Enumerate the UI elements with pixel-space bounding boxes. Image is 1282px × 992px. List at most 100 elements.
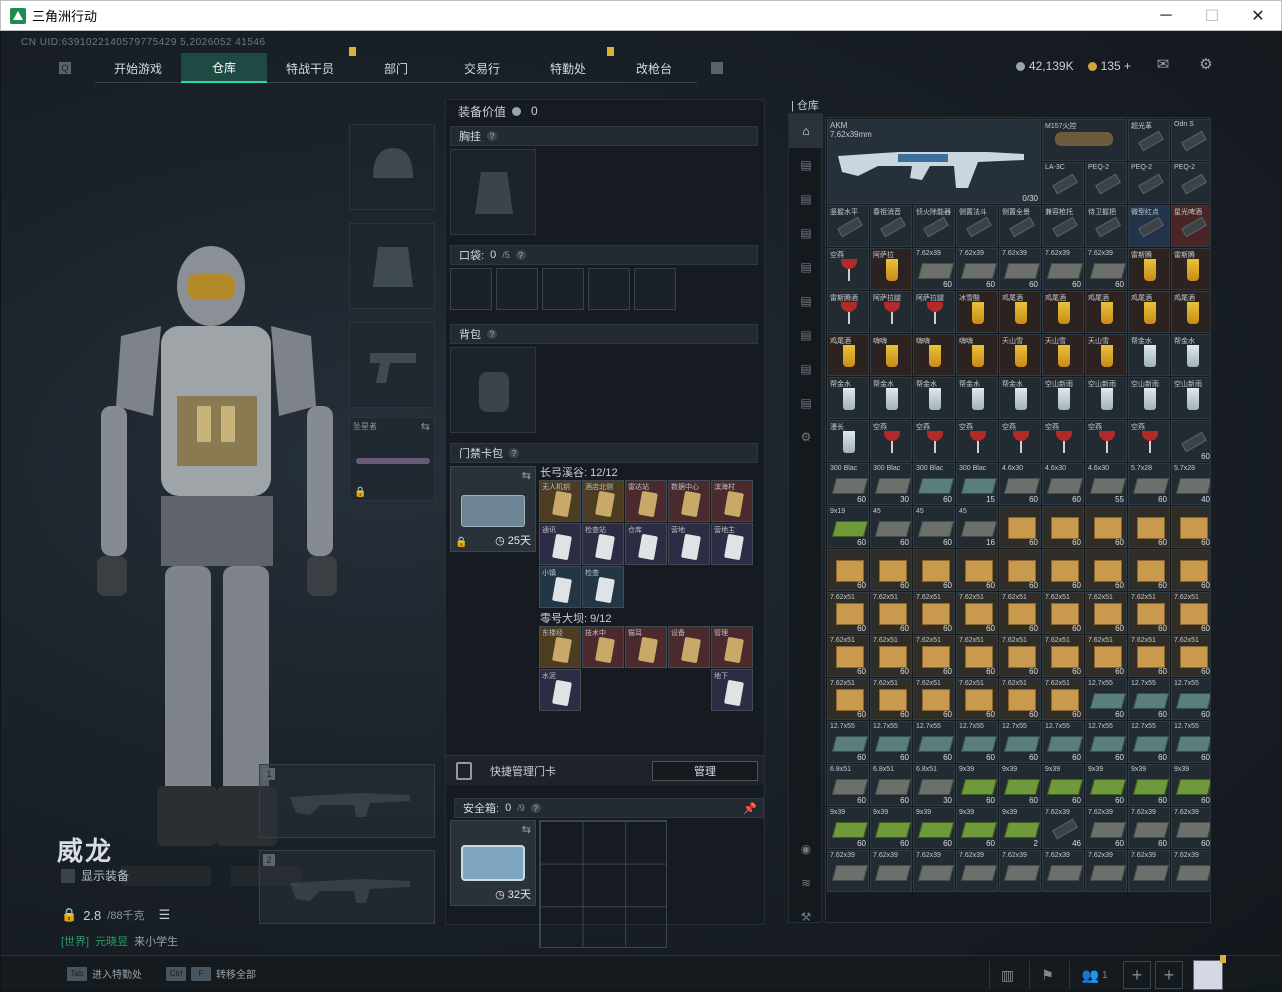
- keycard-item[interactable]: 营地: [668, 523, 710, 565]
- keycard-item[interactable]: 地下: [711, 669, 753, 711]
- warehouse-item[interactable]: 空燕: [956, 420, 998, 462]
- warehouse-tab-st-1[interactable]: ▤: [789, 148, 823, 182]
- warehouse-item[interactable]: 空燕: [827, 248, 869, 290]
- nav-tab-6[interactable]: 改枪台: [611, 53, 697, 83]
- keycard-item[interactable]: 技术中: [582, 626, 624, 668]
- warehouse-item[interactable]: 嗨嗨: [956, 334, 998, 376]
- warehouse-item[interactable]: 12.7x55 60: [1085, 678, 1127, 720]
- warehouse-item[interactable]: 7.62x51 60: [1128, 635, 1170, 677]
- settings-gear-icon[interactable]: ⚙: [1197, 57, 1215, 73]
- warehouse-item[interactable]: 微型红点: [1128, 205, 1170, 247]
- warehouse-item[interactable]: 帮金水: [1171, 334, 1210, 376]
- warehouse-item[interactable]: 7.62x39 60: [1171, 807, 1210, 849]
- warehouse-item[interactable]: 60: [1085, 549, 1127, 591]
- warehouse-item[interactable]: 4.6x30 55: [1085, 463, 1127, 505]
- warehouse-item[interactable]: 7.62x39: [999, 850, 1041, 892]
- invite-slot-1-button[interactable]: +: [1123, 961, 1151, 989]
- pocket-slot[interactable]: [588, 268, 630, 310]
- keycard-item[interactable]: 酒店北侧: [582, 480, 624, 522]
- maximize-button[interactable]: ☐: [1189, 1, 1235, 30]
- nav-tab-5[interactable]: 特勤处: [525, 47, 614, 83]
- pocket-slot[interactable]: [542, 268, 584, 310]
- warehouse-item[interactable]: 7.62x39 60: [1085, 248, 1127, 290]
- nav-tab-4[interactable]: 交易行: [439, 53, 525, 83]
- warehouse-item[interactable]: 7.62x39 60: [1085, 807, 1127, 849]
- warehouse-item[interactable]: 60: [956, 549, 998, 591]
- keycard-item[interactable]: 东楼经: [539, 626, 581, 668]
- warehouse-item[interactable]: 天山雪: [1085, 334, 1127, 376]
- chest-rig-slot[interactable]: [450, 149, 536, 235]
- nav-tab-0[interactable]: 开始游戏: [95, 53, 181, 83]
- warehouse-item[interactable]: 9x39 60: [827, 807, 869, 849]
- warehouse-item[interactable]: 7.62x39: [1171, 850, 1210, 892]
- warehouse-item[interactable]: 60: [999, 549, 1041, 591]
- warehouse-tab-tv-1[interactable]: ▤: [789, 250, 823, 284]
- warehouse-item[interactable]: 7.62x39: [1085, 850, 1127, 892]
- warehouse-item[interactable]: 7.62x51 60: [1128, 592, 1170, 634]
- keycard-item[interactable]: 设备: [668, 626, 710, 668]
- warehouse-item[interactable]: 7.62x51 60: [827, 678, 869, 720]
- warehouse-item[interactable]: 12.7x55 60: [1171, 678, 1210, 720]
- warehouse-item[interactable]: 7.62x51 60: [1085, 592, 1127, 634]
- warehouse-item[interactable]: 阿萨拉腿: [870, 291, 912, 333]
- warehouse-item[interactable]: 阿萨拉: [870, 248, 912, 290]
- warehouse-item[interactable]: 7.62x39 60: [1042, 248, 1084, 290]
- list-icon[interactable]: ☰: [159, 907, 171, 923]
- warehouse-item[interactable]: 7.62x51 60: [956, 635, 998, 677]
- warehouse-item[interactable]: 4.6x30 60: [999, 463, 1041, 505]
- warehouse-item[interactable]: 侍卫握把: [1085, 205, 1127, 247]
- warehouse-item[interactable]: PEQ-2: [1085, 162, 1127, 204]
- melee-slot[interactable]: 坠星者 ⇆ 🔒: [349, 417, 435, 501]
- swap-icon[interactable]: ⇆: [421, 420, 430, 433]
- mail-icon[interactable]: ✉: [1154, 57, 1172, 73]
- warehouse-item[interactable]: 7.62x51 60: [1042, 592, 1084, 634]
- nav-left-key-icon[interactable]: Q: [59, 62, 71, 74]
- warehouse-item[interactable]: 12.7x55 60: [870, 721, 912, 763]
- warehouse-tab-tv-4[interactable]: ▤: [789, 352, 823, 386]
- warehouse-item[interactable]: 7.62x51 60: [1042, 678, 1084, 720]
- warehouse-home-icon[interactable]: ⌂: [789, 114, 823, 148]
- warehouse-item[interactable]: 12.7x55 60: [1128, 721, 1170, 763]
- nav-right-key-icon[interactable]: [711, 62, 723, 74]
- warehouse-item[interactable]: 星光啤酒: [1171, 205, 1210, 247]
- warehouse-item[interactable]: 春祖消音: [870, 205, 912, 247]
- help-icon[interactable]: ?: [515, 250, 526, 260]
- warehouse-item[interactable]: 空燕: [1085, 420, 1127, 462]
- warehouse-item[interactable]: 帮金水: [956, 377, 998, 419]
- warehouse-item[interactable]: 阿萨拉腿: [913, 291, 955, 333]
- warehouse-item[interactable]: 嗨嗨: [870, 334, 912, 376]
- warehouse-item[interactable]: 雷斯腾: [1128, 248, 1170, 290]
- warehouse-item[interactable]: 7.62x39 60: [956, 248, 998, 290]
- warehouse-item[interactable]: 7.62x39: [956, 850, 998, 892]
- warehouse-item[interactable]: 兼容枪托: [1042, 205, 1084, 247]
- warehouse-item[interactable]: PEQ-2: [1128, 162, 1170, 204]
- warehouse-item[interactable]: 7.62x39 60: [913, 248, 955, 290]
- warehouse-item[interactable]: 帮金水: [1128, 334, 1170, 376]
- warehouse-tab-st-2[interactable]: ▤: [789, 182, 823, 216]
- nav-tab-2[interactable]: 特战干员: [267, 47, 356, 83]
- warehouse-item[interactable]: 9x39 60: [1171, 764, 1210, 806]
- warehouse-item[interactable]: 9x39 60: [999, 764, 1041, 806]
- pocket-slot[interactable]: [450, 268, 492, 310]
- safe-box-grid[interactable]: [539, 820, 667, 948]
- warehouse-item[interactable]: 7.62x51 60: [870, 678, 912, 720]
- warehouse-item[interactable]: 7.62x39: [913, 850, 955, 892]
- keycard-item[interactable]: 滨海村: [711, 480, 753, 522]
- pin-icon[interactable]: 📌: [743, 802, 757, 815]
- safe-box-slot[interactable]: ⇆ ◷ 32天: [450, 820, 536, 906]
- warehouse-item[interactable]: 9x39 2: [999, 807, 1041, 849]
- warehouse-item[interactable]: 60: [1171, 506, 1210, 548]
- add-currency-button[interactable]: +: [1124, 59, 1131, 73]
- manage-button[interactable]: 管理: [652, 760, 758, 781]
- warehouse-item[interactable]: LA-3C: [1042, 162, 1084, 204]
- help-icon[interactable]: ?: [487, 131, 497, 141]
- warehouse-item[interactable]: 12.7x55 60: [956, 721, 998, 763]
- warehouse-item[interactable]: 7.62x51 60: [1171, 635, 1210, 677]
- warehouse-item[interactable]: 9x39 60: [870, 807, 912, 849]
- stats-chart-icon[interactable]: ▥: [989, 961, 1025, 989]
- warehouse-item[interactable]: 300 Blac 15: [956, 463, 998, 505]
- invite-slot-2-button[interactable]: +: [1155, 961, 1183, 989]
- warehouse-item[interactable]: 7.62x39 60: [999, 248, 1041, 290]
- warehouse-item[interactable]: 竖握水平: [827, 205, 869, 247]
- nav-tab-3[interactable]: 部门: [353, 53, 439, 83]
